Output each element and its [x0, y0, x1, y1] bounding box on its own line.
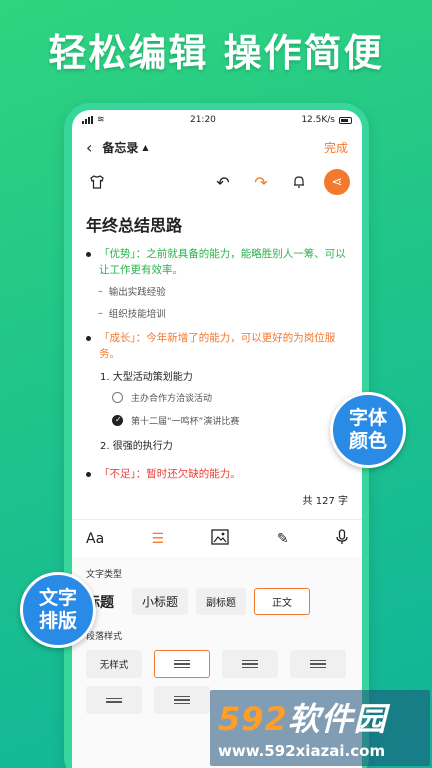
list-item[interactable]: 1. 大型活动策划能力: [100, 368, 348, 383]
caret-down-icon[interactable]: ▲: [142, 143, 148, 152]
font-size-icon[interactable]: Aa: [86, 531, 104, 547]
bullet-list-button[interactable]: [154, 650, 210, 678]
site-watermark: 592软件园 www.592xiazai.com: [210, 690, 430, 766]
text-layout-badge: 文字 排版: [20, 572, 96, 648]
text-type-label: 文字类型: [86, 570, 123, 580]
status-time: 21:20: [189, 115, 216, 125]
checklist-item[interactable]: 第十二届“一鸣杯”演讲比赛: [112, 414, 348, 427]
nav-bar: ‹ 备忘录 ▲ 完成: [72, 130, 362, 164]
image-icon[interactable]: [211, 528, 230, 549]
redo-icon[interactable]: ↷: [248, 169, 274, 195]
list-item[interactable]: – 组织技能培训: [98, 306, 348, 321]
note-title[interactable]: 年终总结思路: [86, 212, 348, 236]
checklist-item[interactable]: 主办合作方洽谈活动: [112, 391, 348, 404]
watermark-url: www.592xiazai.com: [218, 742, 386, 760]
text-type-options: 标题 小标题 副标题 正文: [86, 588, 348, 615]
type-secondary-button[interactable]: 副标题: [196, 588, 247, 615]
promo-headline: 轻松编辑 操作简便: [48, 31, 384, 75]
type-body-button[interactable]: 正文: [254, 588, 311, 615]
pen-icon[interactable]: ✎: [277, 531, 289, 547]
share-icon[interactable]: ⋖: [324, 169, 350, 195]
numbered-list-button[interactable]: [290, 650, 346, 678]
bullet-icon: [86, 252, 91, 257]
dot-list-button[interactable]: [222, 650, 278, 678]
list-item[interactable]: – 输出实践经验: [98, 284, 348, 299]
microphone-icon[interactable]: [336, 528, 348, 549]
tshirt-icon[interactable]: [84, 169, 110, 195]
list-item[interactable]: 「成长」：今年新增了的能力，可以更好的为岗位服务。: [86, 330, 348, 362]
checkbox-checked-icon[interactable]: [112, 415, 123, 426]
note-content[interactable]: 年终总结思路 「优势」：之前就具备的能力，能略胜别人一筹、可以让工作更有效率。 …: [72, 200, 362, 507]
signal-icon: [82, 116, 93, 124]
network-speed: 12.5K/s: [301, 115, 335, 125]
status-bar: ≋ 21:20 12.5K/s: [72, 110, 362, 130]
indent-button[interactable]: [154, 686, 210, 714]
checklist-button[interactable]: [86, 686, 142, 714]
format-bar: Aa ☰ ✎: [72, 519, 362, 557]
notebook-title[interactable]: 备忘录: [102, 139, 138, 156]
bullet-icon: [86, 472, 91, 477]
type-subtitle-button[interactable]: 小标题: [132, 588, 189, 615]
done-button[interactable]: 完成: [324, 139, 348, 156]
edit-toolbar: ↶ ↷ ⋖: [72, 164, 362, 200]
word-count: 共 127 字: [302, 496, 348, 507]
back-icon[interactable]: ‹: [86, 138, 92, 157]
bullet-icon: [86, 336, 91, 341]
checkbox-icon[interactable]: [112, 392, 123, 403]
wifi-icon: ≋: [97, 115, 105, 125]
no-style-button[interactable]: 无样式: [86, 650, 142, 678]
phone-screen: ≋ 21:20 12.5K/s ‹ 备忘录 ▲ 完成 ↶ ↷ ⋖ 年终总结思路: [72, 110, 362, 768]
list-item[interactable]: 「优势」：之前就具备的能力，能略胜别人一筹、可以让工作更有效率。: [86, 246, 348, 278]
list-style-icon[interactable]: ☰: [152, 531, 165, 547]
paragraph-style-label: 段落样式: [86, 632, 123, 642]
battery-icon: [339, 116, 352, 124]
font-color-badge: 字体 颜色: [330, 392, 406, 468]
list-item[interactable]: 2. 很强的执行力: [100, 437, 348, 452]
undo-icon[interactable]: ↶: [210, 169, 236, 195]
list-item[interactable]: 「不足」：暂时还欠缺的能力。: [86, 466, 348, 482]
bell-icon[interactable]: [286, 169, 312, 195]
